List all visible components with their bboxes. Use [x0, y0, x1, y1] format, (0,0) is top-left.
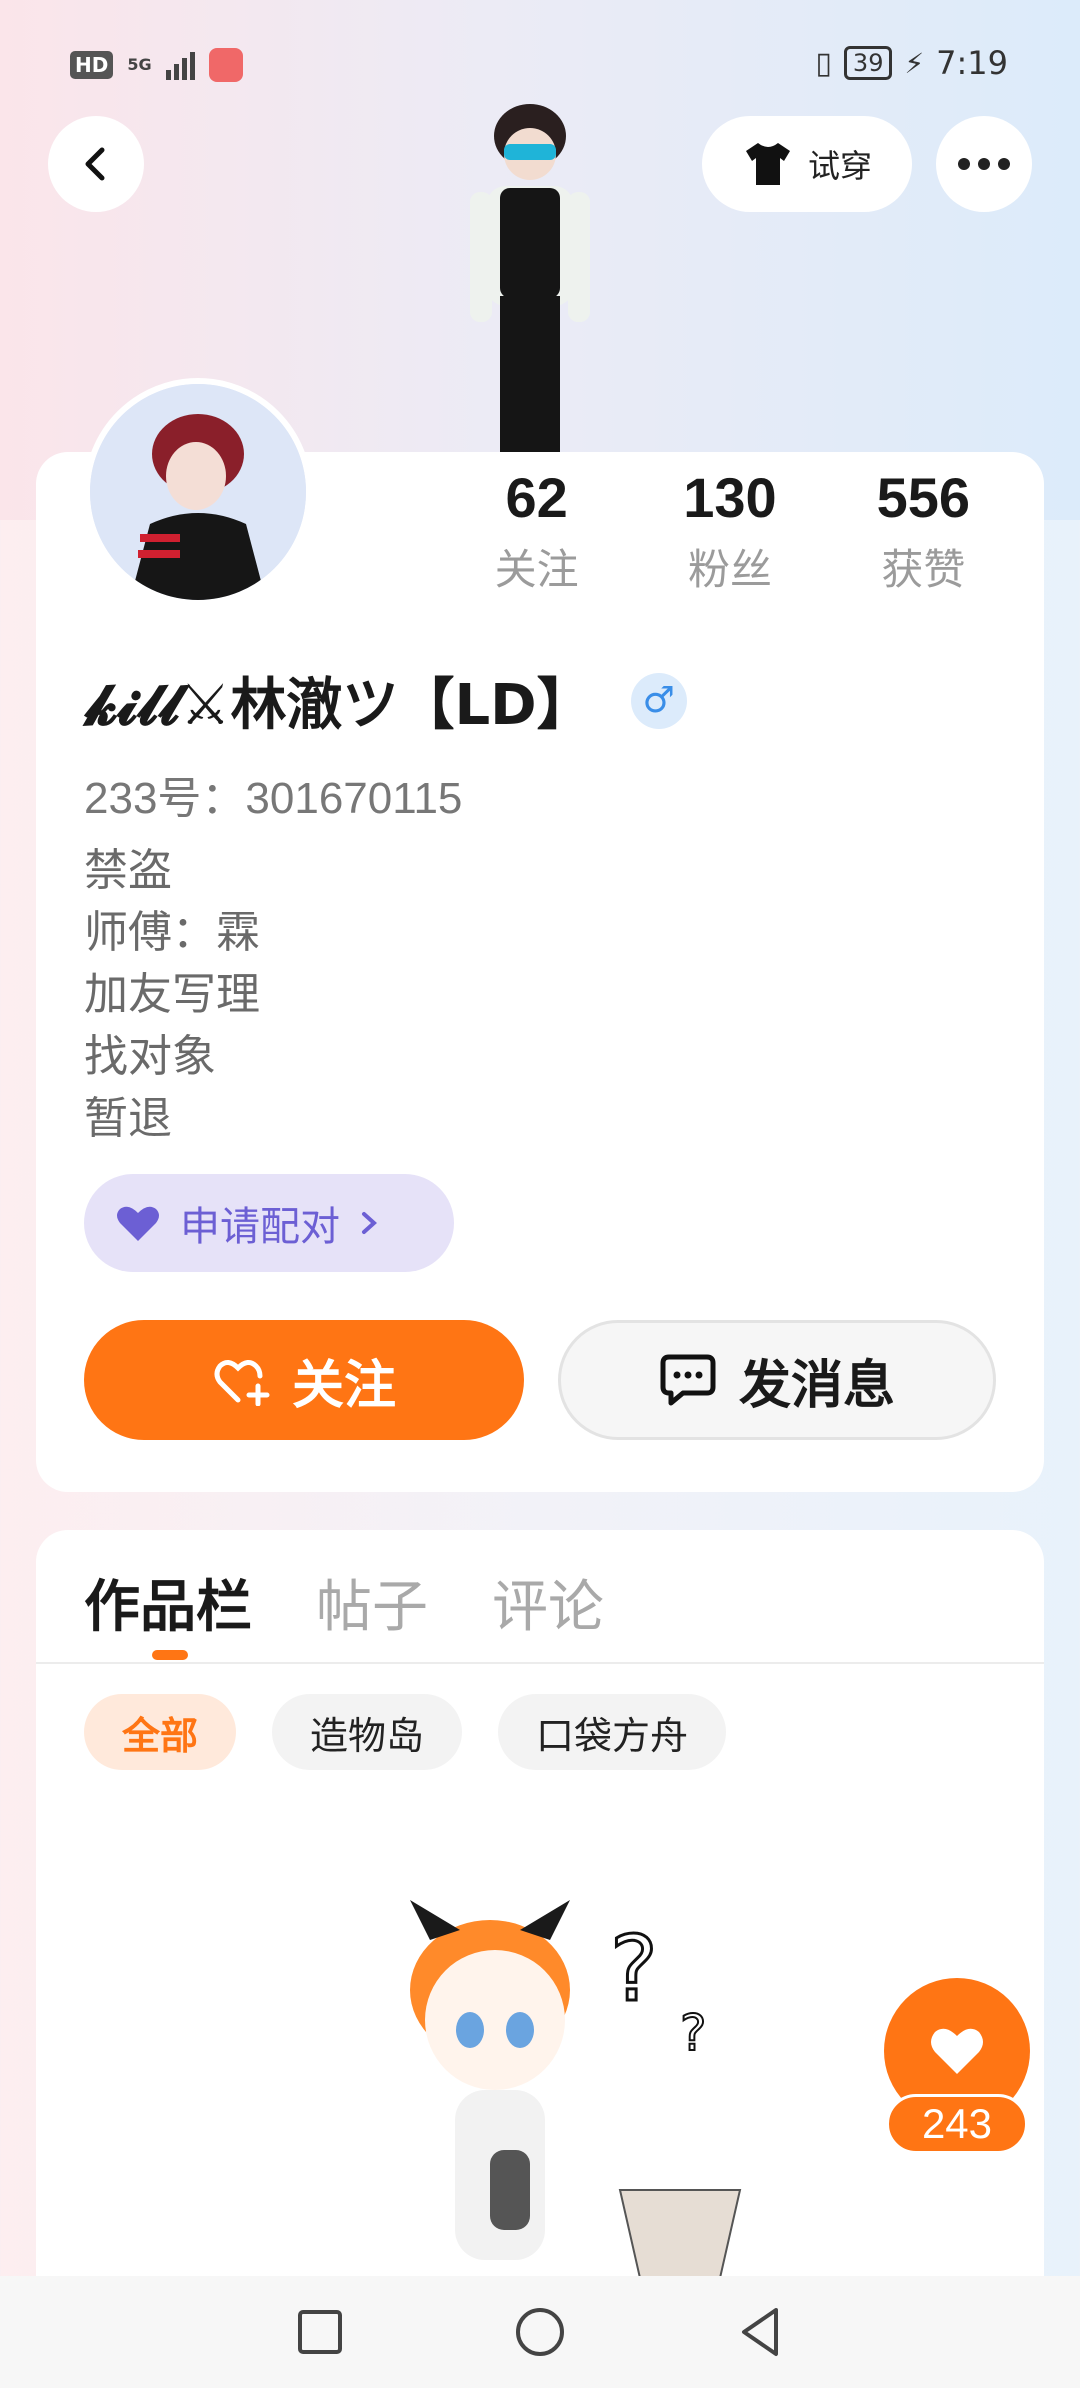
- stat-value: 62: [505, 466, 568, 529]
- avatar[interactable]: [84, 378, 312, 606]
- like-float-button[interactable]: 243: [884, 1978, 1030, 2156]
- like-count: 243: [886, 2094, 1028, 2154]
- pair-request-button[interactable]: 申请配对: [84, 1174, 454, 1272]
- empty-state-illustration: ? ?: [410, 1900, 742, 2278]
- stat-label: 获赞: [881, 545, 966, 594]
- back-nav-icon[interactable]: [736, 2306, 784, 2358]
- try-on-button[interactable]: 试穿: [702, 116, 912, 212]
- try-on-label: 试穿: [807, 147, 872, 185]
- avatar-illustration: [90, 384, 306, 600]
- chevron-right-icon: [362, 1212, 377, 1234]
- vibrate-icon: ▯: [815, 45, 832, 81]
- more-dots-icon: [958, 158, 1010, 170]
- app-notification-icon: [208, 48, 243, 82]
- heart-plus-icon: [214, 1360, 270, 1406]
- chevron-left-icon: [85, 147, 105, 181]
- follow-label: 关注: [291, 1355, 396, 1416]
- filter-chips: 全部 造物岛 口袋方舟: [84, 1694, 727, 1770]
- stat-value: 556: [876, 466, 971, 529]
- male-icon: ♂: [630, 672, 687, 729]
- works-tabs: 作品栏 帖子 评论: [84, 1562, 604, 1643]
- filter-all[interactable]: 全部: [84, 1694, 237, 1770]
- tab-divider: [36, 1662, 1044, 1664]
- stat-label: 关注: [494, 545, 579, 594]
- stat-label: 粉丝: [687, 545, 772, 594]
- username: 𝓴𝓲𝓵𝓵⚔林澈ツ【LD】: [84, 673, 593, 738]
- signal-icon: [165, 50, 195, 80]
- stat-followers[interactable]: 130 粉丝: [633, 466, 826, 597]
- charging-icon: ⚡: [904, 46, 925, 80]
- system-nav-bar: [0, 2276, 1080, 2388]
- svg-text:?: ?: [680, 2004, 707, 2062]
- tab-comments[interactable]: 评论: [492, 1562, 604, 1643]
- hd-indicator: HD: [70, 51, 114, 79]
- avatar-3d-figure: [470, 104, 590, 452]
- user-id: 233号：301670115: [84, 774, 463, 823]
- follow-button[interactable]: 关注: [84, 1320, 524, 1440]
- stat-following[interactable]: 62 关注: [440, 466, 633, 597]
- filter-pocket-ark[interactable]: 口袋方舟: [498, 1694, 727, 1770]
- tab-works[interactable]: 作品栏: [84, 1562, 252, 1643]
- stat-value: 130: [683, 466, 777, 529]
- message-button[interactable]: 发消息: [558, 1320, 996, 1440]
- message-label: 发消息: [738, 1355, 895, 1416]
- clock: 7:19: [936, 44, 1008, 82]
- heart-pair-icon: [117, 1206, 159, 1241]
- back-button[interactable]: [48, 116, 144, 212]
- bio-line: 禁盗: [84, 845, 172, 896]
- tab-indicator: [152, 1650, 188, 1660]
- tab-posts[interactable]: 帖子: [316, 1562, 428, 1643]
- bio-line: 加友写理: [84, 969, 260, 1020]
- more-button[interactable]: [936, 116, 1032, 212]
- home-icon[interactable]: [514, 2306, 566, 2358]
- tshirt-icon: [745, 143, 790, 185]
- bio-line: 师傅：霖: [84, 907, 260, 958]
- svg-text:?: ?: [610, 1917, 658, 2022]
- bio-line: 找对象: [84, 1031, 216, 1082]
- chat-bubble-icon: [660, 1354, 716, 1406]
- bio: 禁盗 师傅：霖 加友写理 找对象 暂退: [84, 840, 260, 1150]
- pair-request-label: 申请配对: [180, 1204, 340, 1250]
- name-row: 𝓴𝓲𝓵𝓵⚔林澈ツ【LD】 ♂: [84, 660, 687, 741]
- battery-indicator: 39: [843, 46, 893, 80]
- recent-apps-icon[interactable]: [296, 2308, 344, 2356]
- stats-row: 62 关注 130 粉丝 556 获赞: [440, 466, 1020, 597]
- network-type: 5G: [127, 55, 152, 74]
- bio-line: 暂退: [84, 1093, 172, 1144]
- heart-icon: [931, 2028, 983, 2074]
- filter-creation-island[interactable]: 造物岛: [272, 1694, 463, 1770]
- stat-likes[interactable]: 556 获赞: [827, 466, 1020, 597]
